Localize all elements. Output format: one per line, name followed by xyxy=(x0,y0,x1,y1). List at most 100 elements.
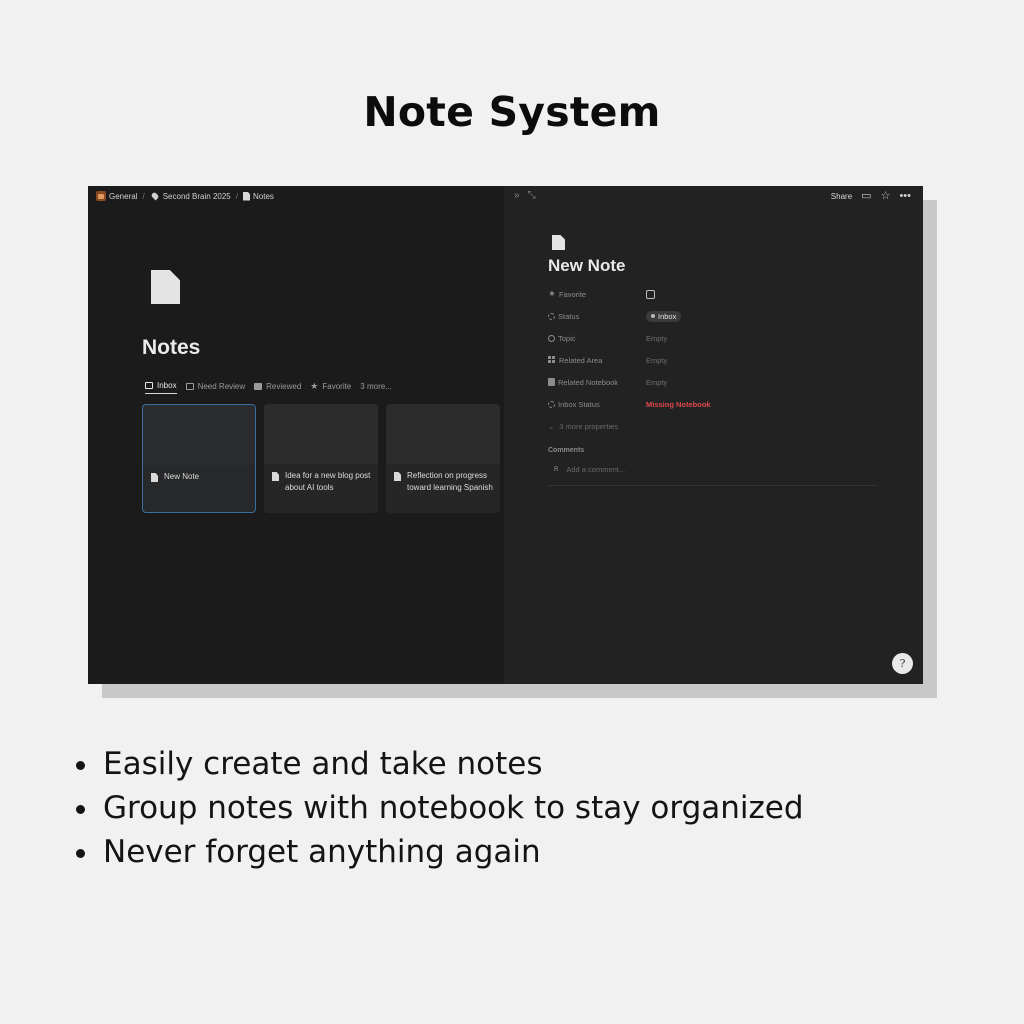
card-title: Idea for a new blog post about AI tools xyxy=(272,470,372,494)
feature-item: Group notes with notebook to stay organi… xyxy=(72,786,804,830)
document-icon xyxy=(151,270,180,304)
tab-label: Favorite xyxy=(322,381,352,391)
breadcrumb-separator: / xyxy=(142,191,145,201)
star-icon: ★ xyxy=(548,289,556,298)
property-related-notebook[interactable]: Related Notebook Empty xyxy=(548,371,878,393)
database-title: Notes xyxy=(142,336,201,359)
property-key: Status xyxy=(548,312,646,321)
tab-reviewed[interactable]: Reviewed xyxy=(254,378,301,394)
tab-label: Reviewed xyxy=(266,381,302,391)
favorite-checkbox[interactable] xyxy=(646,289,655,299)
comment-input[interactable]: Add a comment... xyxy=(566,465,625,474)
breadcrumb-item-second-brain[interactable]: Second Brain 2025 xyxy=(163,192,231,201)
tab-need-review[interactable]: Need Review xyxy=(185,378,246,394)
page-toolbar: Share ▭ ☆ ••• xyxy=(831,190,911,202)
note-card[interactable]: Reflection on progress toward learning S… xyxy=(386,404,500,513)
share-button[interactable]: Share xyxy=(831,192,852,201)
checkbox-icon xyxy=(185,382,194,390)
more-properties-label: 3 more properties xyxy=(559,421,619,431)
tab-more[interactable]: 3 more... xyxy=(360,378,392,394)
card-cover xyxy=(386,404,500,464)
property-key-text: Favorite xyxy=(559,289,587,299)
property-key: ★ Favorite xyxy=(548,290,646,299)
property-key: Topic xyxy=(548,334,646,343)
view-tabs: Inbox Need Review Reviewed ★ Favorite 3 … xyxy=(145,378,392,394)
status-badge[interactable]: Inbox xyxy=(646,310,682,322)
notebook-icon xyxy=(548,378,555,386)
property-value[interactable]: Empty xyxy=(646,378,667,387)
comment-icon[interactable]: ▭ xyxy=(861,190,871,202)
more-properties-toggle[interactable]: ⌄ 3 more properties xyxy=(548,415,878,437)
note-card[interactable]: Idea for a new blog post about AI tools xyxy=(264,404,378,513)
tab-inbox[interactable]: Inbox xyxy=(145,378,177,394)
breadcrumb: General / Second Brain 2025 / Notes xyxy=(96,190,274,202)
help-button[interactable]: ? xyxy=(892,653,913,674)
breadcrumb-item-general[interactable]: General xyxy=(109,192,137,201)
tab-label: Need Review xyxy=(197,381,246,391)
breadcrumb-item-notes[interactable]: Notes xyxy=(253,192,274,201)
checked-icon xyxy=(254,382,263,390)
inbox-icon xyxy=(145,381,153,389)
feature-item: Never forget anything again xyxy=(72,830,804,874)
properties-list: ★ Favorite Status Inbox Topic Empty Rela… xyxy=(548,283,878,437)
property-key: Related Area xyxy=(548,356,646,365)
property-favorite[interactable]: ★ Favorite xyxy=(548,283,878,305)
property-status[interactable]: Status Inbox xyxy=(548,305,878,327)
avatar: R xyxy=(554,466,559,473)
card-title-text: New Note xyxy=(164,472,200,481)
feature-item: Easily create and take notes xyxy=(72,742,804,786)
chevron-down-icon: ⌄ xyxy=(548,421,555,431)
tab-favorite[interactable]: ★ Favorite xyxy=(310,378,351,394)
card-title-text: Reflection on progress toward learning S… xyxy=(407,471,493,492)
property-key-text: Related Notebook xyxy=(558,377,619,387)
status-icon xyxy=(548,312,555,320)
document-icon xyxy=(394,472,401,481)
note-peek-panel: » ⤡ Share ▭ ☆ ••• New Note ★ Favorite St… xyxy=(504,186,923,684)
note-title[interactable]: New Note xyxy=(548,256,625,276)
gallery-cards: New Note Idea for a new blog post about … xyxy=(142,404,500,513)
card-cover xyxy=(264,404,378,464)
feature-list: Easily create and take notes Group notes… xyxy=(72,742,804,874)
grid-icon xyxy=(548,356,556,364)
note-card[interactable]: New Note xyxy=(142,404,256,513)
peek-controls: » ⤡ xyxy=(514,190,536,201)
help-icon: ? xyxy=(899,657,906,670)
open-full-icon[interactable]: ⤡ xyxy=(528,190,536,201)
property-related-area[interactable]: Related Area Empty xyxy=(548,349,878,371)
property-value[interactable]: Empty xyxy=(646,334,667,343)
close-peek-icon[interactable]: » xyxy=(514,190,520,201)
document-icon xyxy=(552,235,565,250)
note-page-icon xyxy=(552,235,565,255)
property-key-text: Inbox Status xyxy=(558,399,600,409)
comments-heading: Comments xyxy=(548,447,585,454)
document-icon xyxy=(151,473,158,482)
tab-label: 3 more... xyxy=(360,381,392,391)
breadcrumb-separator: / xyxy=(235,191,238,201)
star-icon[interactable]: ☆ xyxy=(881,190,891,202)
status-value: Inbox xyxy=(658,311,677,321)
card-title-text: Idea for a new blog post about AI tools xyxy=(285,471,371,492)
formula-icon xyxy=(548,400,555,408)
comment-input-row[interactable]: R Add a comment... xyxy=(548,462,878,486)
notes-page-icon xyxy=(151,270,180,309)
property-key-text: Status xyxy=(558,311,580,321)
property-key-text: Related Area xyxy=(559,355,603,365)
app-screenshot: General / Second Brain 2025 / Notes Note… xyxy=(88,186,923,684)
property-key-text: Topic xyxy=(558,333,576,343)
card-title: New Note xyxy=(151,471,249,483)
property-key: Inbox Status xyxy=(548,400,646,409)
document-icon xyxy=(272,472,279,481)
pin-icon xyxy=(150,191,160,201)
card-cover xyxy=(143,405,255,465)
property-value[interactable]: Empty xyxy=(646,356,667,365)
more-icon[interactable]: ••• xyxy=(899,190,911,202)
inbox-status-value: Missing Notebook xyxy=(646,399,711,409)
card-title: Reflection on progress toward learning S… xyxy=(394,470,494,494)
property-inbox-status[interactable]: Inbox Status Missing Notebook xyxy=(548,393,878,415)
page-title: Note System xyxy=(363,88,661,136)
property-topic[interactable]: Topic Empty xyxy=(548,327,878,349)
notes-database-panel: General / Second Brain 2025 / Notes Note… xyxy=(88,186,504,684)
tab-label: Inbox xyxy=(157,380,177,390)
status-dot-icon xyxy=(651,314,655,318)
document-icon xyxy=(243,191,250,201)
